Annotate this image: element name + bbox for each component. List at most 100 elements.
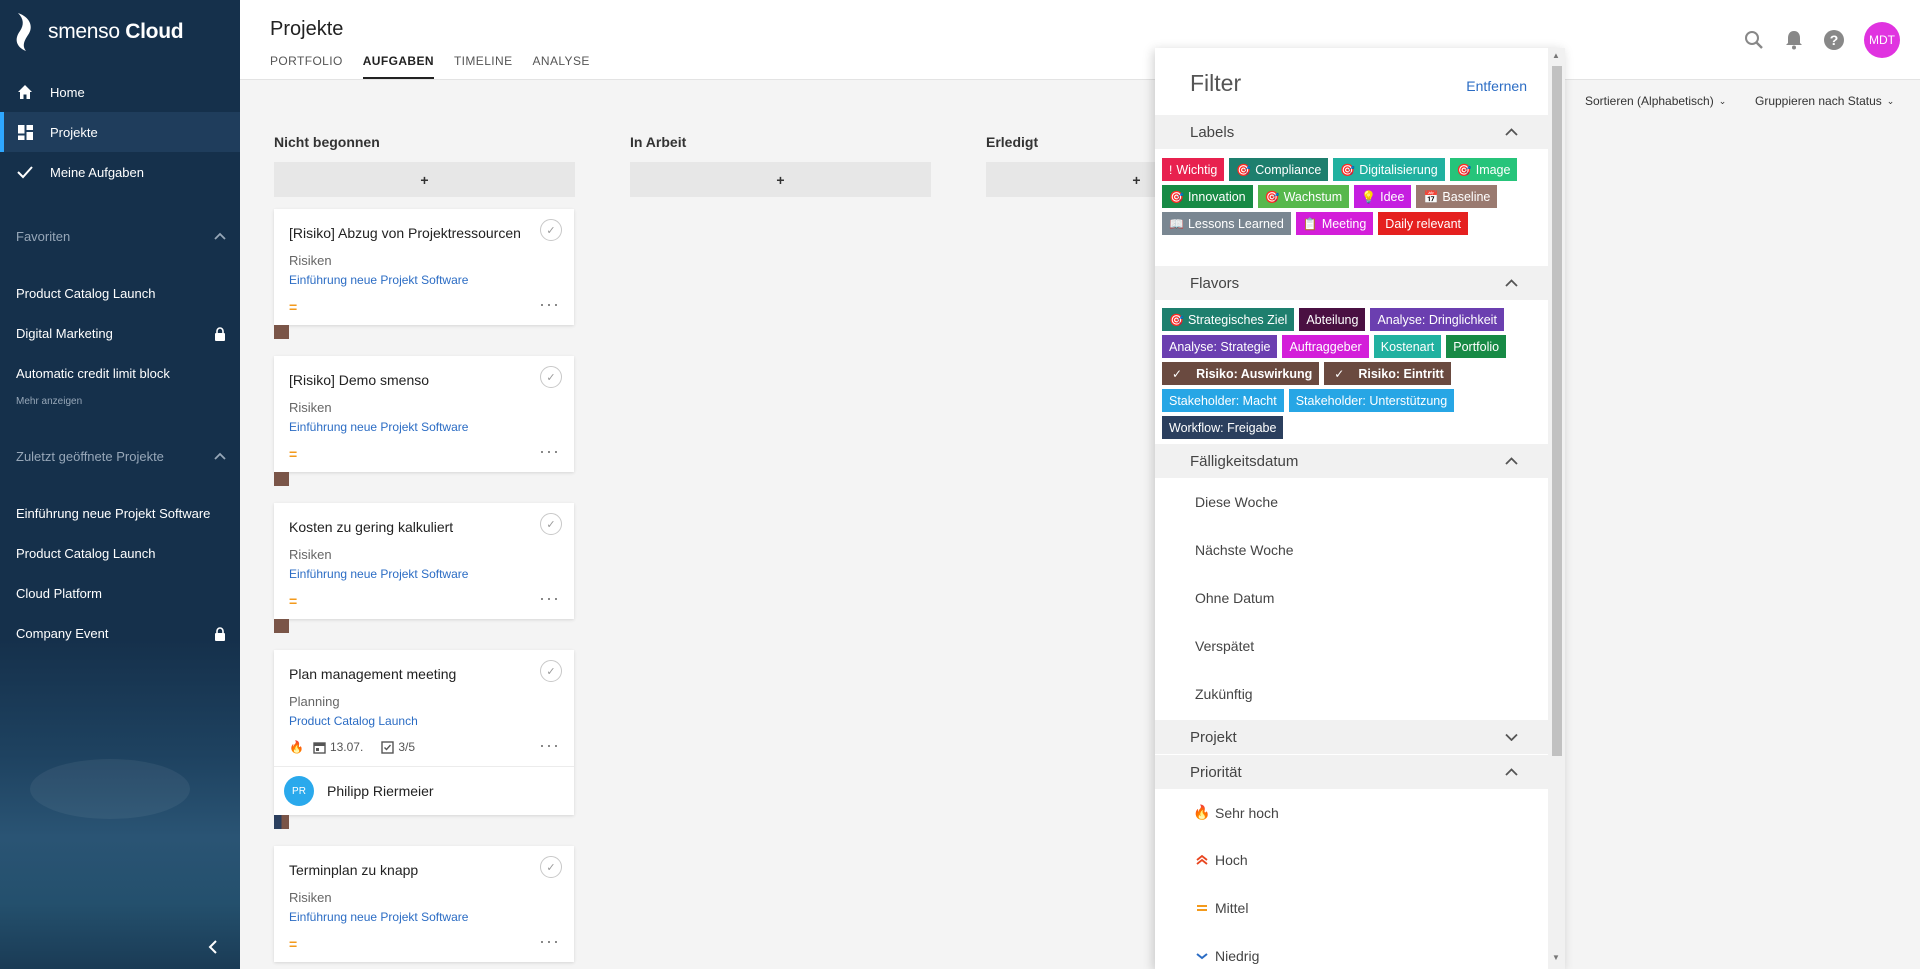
flavor-chip[interactable]: Stakeholder: Unterstützung xyxy=(1288,389,1455,412)
label-chip[interactable]: 🎯 Wachstum xyxy=(1257,185,1350,208)
flavor-chip[interactable]: ✓ Risiko: Auswirkung xyxy=(1162,362,1320,385)
more-options-button[interactable]: ··· xyxy=(539,589,560,607)
flavor-chip-label: Stakeholder: Macht xyxy=(1169,393,1277,408)
task-card[interactable]: Plan management meeting ✓ Planning Produ… xyxy=(274,650,574,815)
flavor-chip[interactable]: Analyse: Dringlichkeit xyxy=(1370,308,1504,331)
filter-section-priority[interactable]: Priorität xyxy=(1155,755,1548,789)
recent-projects-header[interactable]: Zuletzt geöffnete Projekte xyxy=(0,441,240,471)
label-chip[interactable]: 📅 Baseline xyxy=(1416,185,1498,208)
filter-section-project[interactable]: Projekt xyxy=(1155,720,1548,754)
label-chip[interactable]: Daily relevant xyxy=(1378,212,1469,235)
favorite-item[interactable]: Digital Marketing xyxy=(16,326,226,341)
tab-analyse[interactable]: ANALYSE xyxy=(532,54,589,79)
tab-timeline[interactable]: TIMELINE xyxy=(454,54,513,79)
flavor-chip[interactable]: Stakeholder: Macht xyxy=(1162,389,1284,412)
favorite-item[interactable]: Product Catalog Launch xyxy=(16,286,226,301)
task-project-link[interactable]: Product Catalog Launch xyxy=(289,714,418,728)
logo[interactable]: smenso Cloud xyxy=(14,12,184,52)
filter-section-labels[interactable]: Labels xyxy=(1155,115,1548,149)
label-chip[interactable]: ! Wichtig xyxy=(1162,158,1225,181)
label-chip[interactable]: 🎯 Digitalisierung xyxy=(1333,158,1445,181)
task-card[interactable]: [Risiko] Abzug von Projektressourcen ✓ R… xyxy=(274,209,574,325)
due-option-next-week[interactable]: Nächste Woche xyxy=(1195,542,1294,558)
task-card[interactable]: Terminplan zu knapp ✓ Risiken Einführung… xyxy=(274,846,574,962)
flavor-chip-label: Analyse: Dringlichkeit xyxy=(1377,312,1497,327)
flavor-chip[interactable]: Analyse: Strategie xyxy=(1162,335,1278,358)
scroll-up-arrow-icon[interactable]: ▲ xyxy=(1552,51,1560,60)
collapse-sidebar-button[interactable] xyxy=(208,938,218,961)
user-avatar[interactable]: MDT xyxy=(1864,22,1900,58)
sort-dropdown[interactable]: Sortieren (Alphabetisch) ⌄ xyxy=(1585,94,1726,108)
recent-project-item[interactable]: Cloud Platform xyxy=(16,586,226,601)
recent-project-item[interactable]: Product Catalog Launch xyxy=(16,546,226,561)
notifications-button[interactable] xyxy=(1782,28,1806,52)
scrollbar-thumb[interactable] xyxy=(1552,66,1562,756)
flavor-chip[interactable]: Kostenart xyxy=(1373,335,1442,358)
help-button[interactable]: ? xyxy=(1822,28,1846,52)
filter-section-flavors[interactable]: Flavors xyxy=(1155,266,1548,300)
favorite-item[interactable]: Automatic credit limit block xyxy=(16,366,226,381)
complete-task-button[interactable]: ✓ xyxy=(540,660,562,682)
flavor-chip[interactable]: ✓ Risiko: Eintritt xyxy=(1324,362,1451,385)
label-chip[interactable]: 🎯 Compliance xyxy=(1229,158,1329,181)
group-dropdown[interactable]: Gruppieren nach Status ⌄ xyxy=(1755,94,1894,108)
label-icon: 📋 xyxy=(1302,216,1318,231)
favorites-header[interactable]: Favoriten xyxy=(0,221,240,251)
search-icon xyxy=(1745,31,1763,49)
priority-option-medium[interactable]: Mittel xyxy=(1195,900,1248,916)
task-card[interactable]: Kosten zu gering kalkuliert ✓ Risiken Ei… xyxy=(274,503,574,619)
task-project-link[interactable]: Einführung neue Projekt Software xyxy=(289,273,468,287)
flavor-chip[interactable]: 🎯 Strategisches Ziel xyxy=(1162,308,1295,331)
task-title: [Risiko] Demo smenso xyxy=(289,372,430,388)
task-card[interactable]: [Risiko] Demo smenso ✓ Risiken Einführun… xyxy=(274,356,574,472)
more-options-button[interactable]: ··· xyxy=(539,932,560,950)
add-task-button[interactable]: + xyxy=(274,162,575,197)
flavor-chip[interactable]: Abteilung xyxy=(1299,308,1366,331)
add-task-button[interactable]: + xyxy=(630,162,931,197)
more-options-button[interactable]: ··· xyxy=(539,295,560,313)
show-more-link[interactable]: Mehr anzeigen xyxy=(16,396,82,407)
priority-option-very-high[interactable]: 🔥 Sehr hoch xyxy=(1193,804,1279,821)
due-option-this-week[interactable]: Diese Woche xyxy=(1195,494,1278,510)
task-project-link[interactable]: Einführung neue Projekt Software xyxy=(289,910,468,924)
due-option-future[interactable]: Zukünftig xyxy=(1195,686,1253,702)
label-chip[interactable]: 💡 Idee xyxy=(1354,185,1412,208)
flavor-chip[interactable]: Portfolio xyxy=(1446,335,1507,358)
flavor-chip[interactable]: Auftraggeber xyxy=(1282,335,1369,358)
priority-option-low[interactable]: Niedrig xyxy=(1195,948,1259,964)
task-category: Risiken xyxy=(289,547,332,562)
recent-project-item[interactable]: Einführung neue Projekt Software xyxy=(16,506,226,521)
tab-portfolio[interactable]: PORTFOLIO xyxy=(270,54,343,79)
remove-filters-link[interactable]: Entfernen xyxy=(1466,78,1527,94)
search-button[interactable] xyxy=(1742,28,1766,52)
filter-section-due-date[interactable]: Fälligkeitsdatum xyxy=(1155,444,1548,478)
priority-option-high[interactable]: Hoch xyxy=(1195,852,1248,868)
nav-item-home[interactable]: Home xyxy=(0,72,240,112)
filter-scrollbar[interactable]: ▲ ▼ xyxy=(1548,48,1565,969)
nav-item-meine-aufgaben[interactable]: Meine Aufgaben xyxy=(0,152,240,192)
task-project-link[interactable]: Einführung neue Projekt Software xyxy=(289,420,468,434)
complete-task-button[interactable]: ✓ xyxy=(540,366,562,388)
label-chip[interactable]: 🎯 Innovation xyxy=(1162,185,1253,208)
due-option-overdue[interactable]: Verspätet xyxy=(1195,638,1254,654)
complete-task-button[interactable]: ✓ xyxy=(540,856,562,878)
scroll-down-arrow-icon[interactable]: ▼ xyxy=(1552,953,1560,962)
task-project-link[interactable]: Einführung neue Projekt Software xyxy=(289,567,468,581)
nav-item-projekte[interactable]: Projekte xyxy=(0,112,240,152)
assignee-name: Philipp Riermeier xyxy=(327,783,434,799)
more-options-button[interactable]: ··· xyxy=(539,442,560,460)
flavor-chip[interactable]: Workflow: Freigabe xyxy=(1162,416,1284,439)
check-icon: ✓ xyxy=(1334,366,1345,381)
recent-project-item[interactable]: Company Event xyxy=(16,626,226,641)
complete-task-button[interactable]: ✓ xyxy=(540,513,562,535)
complete-task-button[interactable]: ✓ xyxy=(540,219,562,241)
more-options-button[interactable]: ··· xyxy=(539,736,560,754)
due-option-no-date[interactable]: Ohne Datum xyxy=(1195,590,1274,606)
chevron-down-icon: ⌄ xyxy=(1718,95,1727,106)
task-assignee[interactable]: PR Philipp Riermeier xyxy=(274,766,574,815)
flavor-chip-label: Auftraggeber xyxy=(1289,339,1362,354)
label-chip[interactable]: 📋 Meeting xyxy=(1295,212,1374,235)
label-chip[interactable]: 🎯 Image xyxy=(1449,158,1518,181)
label-chip[interactable]: 📖 Lessons Learned xyxy=(1162,212,1291,235)
tab-aufgaben[interactable]: AUFGABEN xyxy=(362,54,434,79)
